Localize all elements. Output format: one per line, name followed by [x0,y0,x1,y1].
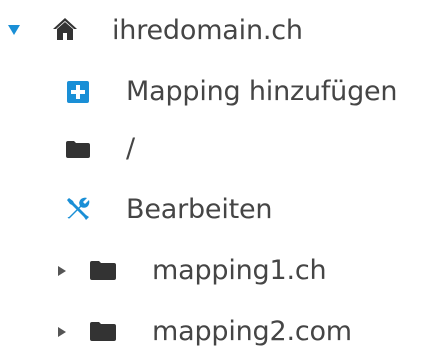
folder-icon [90,322,116,341]
edit-label: Bearbeiten [126,194,273,225]
tree-root-ihredomain[interactable]: ihredomain.ch [0,0,437,60]
tree-item-edit[interactable]: Bearbeiten [0,179,437,239]
caret-right-icon[interactable] [57,326,67,338]
folder-icon [90,261,116,280]
home-icon [53,18,77,40]
caret-down-icon[interactable] [7,24,21,36]
tree-item-mapping1[interactable]: mapping1.ch [0,241,437,301]
caret-right-icon[interactable] [57,265,67,277]
add-mapping-label: Mapping hinzufügen [126,76,398,107]
tree-root-label: ihredomain.ch [112,15,303,46]
tree-item-mapping2[interactable]: mapping2.com [0,302,437,351]
folder-icon [66,141,90,158]
tree-item-root-path[interactable]: / [0,119,437,179]
tools-icon [67,197,90,220]
root-path-label: / [126,133,135,164]
plus-square-icon [67,81,89,103]
mapping1-label: mapping1.ch [152,255,327,286]
mapping2-label: mapping2.com [152,316,352,347]
tree-item-add-mapping[interactable]: Mapping hinzufügen [0,62,437,122]
